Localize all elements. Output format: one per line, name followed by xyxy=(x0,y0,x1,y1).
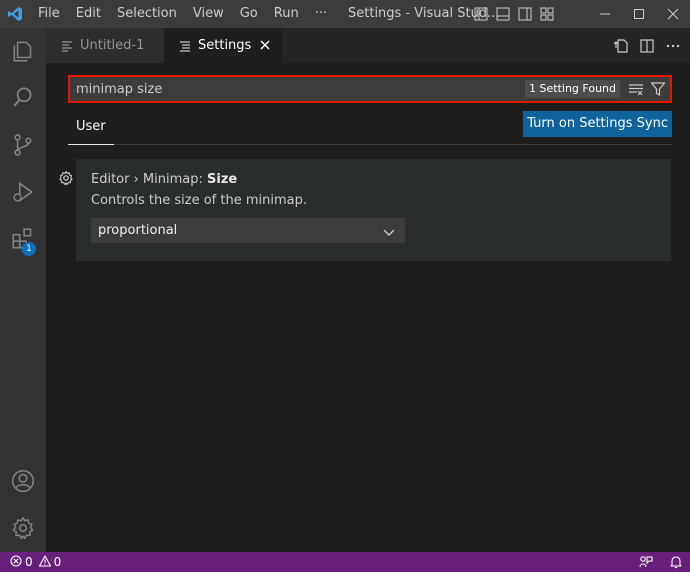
toggle-primary-sidebar-icon[interactable] xyxy=(472,5,490,23)
menu-view[interactable]: View xyxy=(185,0,232,28)
setting-name: Size xyxy=(207,172,238,187)
window-controls xyxy=(588,0,690,28)
tab-untitled-1[interactable]: Untitled-1 xyxy=(46,28,164,63)
setting-title: Editor › Minimap: Size xyxy=(91,172,237,187)
warning-icon xyxy=(38,554,51,570)
explorer-icon[interactable] xyxy=(0,28,46,74)
minimap-size-dropdown[interactable]: proportional xyxy=(91,218,405,243)
problems-indicator[interactable]: 0 0 xyxy=(0,554,62,570)
close-window-icon[interactable] xyxy=(656,0,690,28)
accounts-icon[interactable] xyxy=(0,458,46,504)
open-settings-json-icon[interactable] xyxy=(612,37,630,55)
setting-description: Controls the size of the minimap. xyxy=(91,193,307,208)
menu-edit[interactable]: Edit xyxy=(68,0,109,28)
notifications-bell-icon[interactable] xyxy=(668,554,684,570)
menu-bar: File Edit Selection View Go Run ··· xyxy=(30,0,335,28)
dropdown-selected-value: proportional xyxy=(98,223,178,238)
split-editor-icon[interactable] xyxy=(638,37,656,55)
settings-scope-bar: User Turn on Settings Sync xyxy=(68,111,672,145)
minimize-icon[interactable] xyxy=(588,0,622,28)
menu-file[interactable]: File xyxy=(30,0,68,28)
settings-editor: 1 Setting Found User Turn on Settings Sy… xyxy=(46,63,690,552)
warning-count: 0 xyxy=(53,555,62,569)
status-bar-right xyxy=(638,552,684,572)
setting-item-minimap-size: Editor › Minimap: Size Controls the size… xyxy=(76,159,671,261)
setting-category: Editor › Minimap: xyxy=(91,172,208,187)
status-bar: 0 0 xyxy=(0,552,690,572)
more-actions-icon[interactable] xyxy=(664,37,682,55)
menu-selection[interactable]: Selection xyxy=(109,0,185,28)
maximize-icon[interactable] xyxy=(622,0,656,28)
settings-search-box: 1 Setting Found xyxy=(68,75,672,103)
extensions-badge: 1 xyxy=(22,242,36,256)
tab-label: Untitled-1 xyxy=(80,38,145,53)
toggle-panel-icon[interactable] xyxy=(494,5,512,23)
manage-gear-icon[interactable] xyxy=(0,505,46,551)
setting-gear-icon[interactable] xyxy=(58,170,74,186)
tab-settings[interactable]: Settings xyxy=(164,28,282,63)
editor-tab-bar: Untitled-1 Settings xyxy=(46,28,690,63)
title-bar: File Edit Selection View Go Run ··· Sett… xyxy=(0,0,690,28)
source-control-icon[interactable] xyxy=(0,122,46,168)
menu-run[interactable]: Run xyxy=(266,0,307,28)
activity-bar: 1 xyxy=(0,28,46,552)
text-file-icon xyxy=(60,39,74,53)
toggle-secondary-sidebar-icon[interactable] xyxy=(516,5,534,23)
close-tab-icon[interactable] xyxy=(258,38,272,52)
tab-user-settings[interactable]: User xyxy=(68,111,114,145)
settings-file-icon xyxy=(178,39,192,53)
menu-go[interactable]: Go xyxy=(232,0,266,28)
chevron-down-icon xyxy=(382,224,396,238)
editor-actions xyxy=(612,28,682,63)
run-debug-icon[interactable] xyxy=(0,169,46,215)
search-icon[interactable] xyxy=(0,74,46,120)
filter-icon[interactable] xyxy=(648,79,668,99)
feedback-icon[interactable] xyxy=(638,554,654,570)
error-icon xyxy=(10,554,22,570)
turn-on-settings-sync-button[interactable]: Turn on Settings Sync xyxy=(523,111,672,137)
search-result-count: 1 Setting Found xyxy=(525,80,620,98)
extensions-icon[interactable]: 1 xyxy=(0,216,46,262)
tab-label: Settings xyxy=(198,38,252,53)
menu-more[interactable]: ··· xyxy=(307,0,335,28)
settings-search-input[interactable] xyxy=(70,77,526,101)
vscode-logo-icon xyxy=(0,0,30,28)
error-count: 0 xyxy=(25,555,33,569)
customize-layout-icon[interactable] xyxy=(538,5,556,23)
layout-controls xyxy=(472,0,556,28)
clear-filter-icon[interactable] xyxy=(626,79,646,99)
